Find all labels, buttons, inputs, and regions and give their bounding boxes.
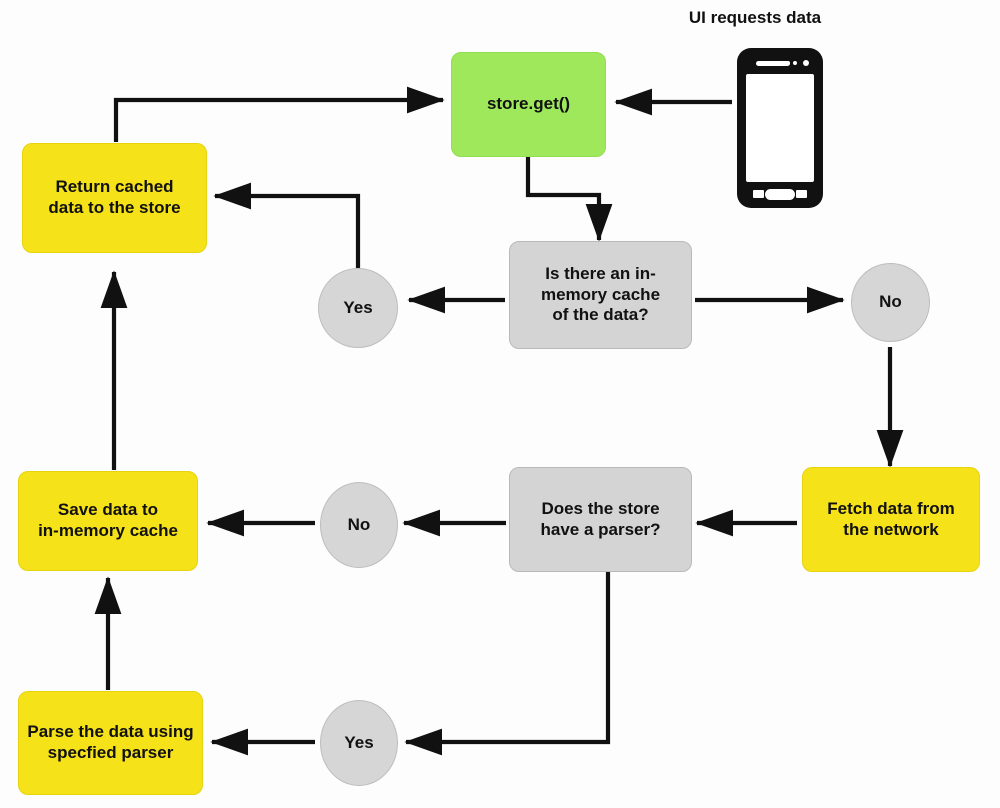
phone-device-icon — [737, 48, 823, 208]
node-cache-question[interactable]: Is there an in- memory cache of the data… — [509, 241, 692, 349]
node-parser-question[interactable]: Does the store have a parser? — [509, 467, 692, 572]
node-no-cache[interactable]: No — [851, 263, 930, 342]
node-store-get[interactable]: store.get() — [451, 52, 606, 157]
edge-store-get-to-cache-question — [525, 157, 613, 242]
edge-parser-question-to-yes — [404, 572, 611, 756]
flowchart-canvas: UI requests data store.get() Return cach… — [0, 0, 1000, 808]
node-fetch-network[interactable]: Fetch data from the network — [802, 467, 980, 572]
node-yes-parser[interactable]: Yes — [320, 700, 398, 786]
node-parse-data[interactable]: Parse the data using specfied parser — [18, 691, 203, 795]
phone-screen — [746, 74, 814, 182]
phone-sensor-icon — [793, 61, 797, 65]
phone-speaker-icon — [756, 61, 790, 66]
node-return-cached[interactable]: Return cached data to the store — [22, 143, 207, 253]
phone-home-button-icon — [765, 189, 795, 200]
phone-menu-button-icon — [753, 190, 764, 198]
node-no-parser[interactable]: No — [320, 482, 398, 568]
phone-camera-icon — [803, 60, 809, 66]
phone-sensor-icon-2 — [786, 61, 790, 65]
edge-return-cached-to-store-get — [113, 86, 445, 142]
phone-back-button-icon — [796, 190, 807, 198]
node-save-cache[interactable]: Save data to in-memory cache — [18, 471, 198, 571]
node-yes-cache[interactable]: Yes — [318, 268, 398, 348]
ui-requests-data-caption: UI requests data — [688, 8, 822, 27]
edge-yes-to-return-cached — [213, 182, 361, 268]
